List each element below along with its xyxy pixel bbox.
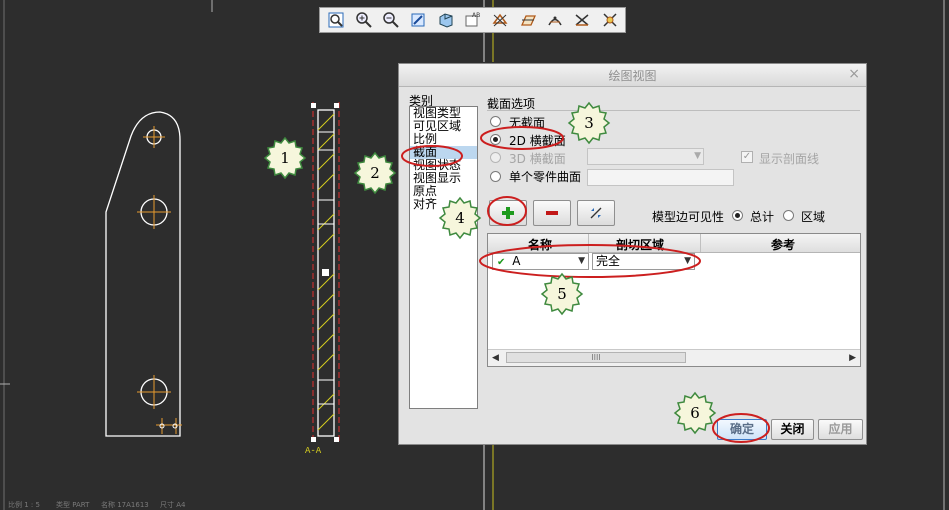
datum-planes-icon[interactable] — [488, 8, 512, 32]
plus-icon — [502, 207, 514, 219]
coordinate-systems-icon[interactable] — [570, 8, 594, 32]
dialog-title: 绘图视图 — [608, 69, 657, 83]
apply-button[interactable]: 应用 — [818, 419, 863, 440]
show-section-lines-checkbox[interactable]: ✓ — [741, 151, 753, 163]
center-marks — [137, 126, 182, 434]
callout-badge-3: 3 — [567, 101, 611, 145]
col-header-reference[interactable]: 参考 — [771, 236, 795, 253]
spin-center-icon[interactable] — [598, 8, 622, 32]
chevron-down-icon: ▼ — [578, 256, 585, 266]
section-divider — [487, 110, 860, 111]
radio-single-part-surface-label: 单个零件曲面 — [509, 170, 582, 184]
cut-area-dropdown[interactable]: 完全 ▼ — [592, 253, 695, 270]
datum-points-icon[interactable] — [543, 8, 567, 32]
radio-3d-section[interactable] — [490, 152, 501, 163]
callout-number: 1 — [280, 149, 290, 167]
section-name-dropdown[interactable]: ✔ A ▼ — [492, 253, 589, 270]
close-button[interactable]: 关闭 — [771, 419, 814, 440]
callout-number: 5 — [557, 285, 567, 303]
ok-button[interactable]: 确定 — [717, 419, 767, 440]
part-surface-field[interactable] — [587, 169, 734, 186]
minus-icon — [546, 211, 558, 215]
flip-direction-button[interactable] — [577, 200, 615, 226]
callout-number: 6 — [690, 404, 700, 422]
column-separator — [700, 234, 701, 252]
callout-badge-2: 2 — [353, 151, 397, 195]
table-header: 名称 剖切区域 参考 — [488, 234, 860, 253]
radio-visibility-area[interactable] — [783, 210, 794, 221]
section-view-a-a — [311, 102, 340, 444]
radio-no-section-label: 无截面 — [509, 116, 546, 130]
annotation-display-icon[interactable]: AB — [461, 8, 485, 32]
radio-visibility-total-label: 总计 — [750, 210, 775, 224]
callout-badge-4: 4 — [438, 196, 482, 240]
radio-visibility-area-label: 区域 — [801, 210, 826, 224]
horizontal-scrollbar[interactable]: ◀ IIII ▶ — [488, 349, 860, 366]
cut-area-value: 完全 — [596, 254, 621, 268]
3d-section-dropdown[interactable]: ▼ — [587, 148, 704, 165]
category-list[interactable]: 视图类型 可见区域 比例 截面 视图状态 视图显示 原点 对齐 — [409, 106, 478, 409]
col-header-cut-area[interactable]: 剖切区域 — [616, 236, 664, 253]
chevron-down-icon: ▼ — [694, 151, 701, 161]
callout-number: 4 — [455, 209, 465, 227]
callout-badge-6: 6 — [673, 391, 717, 435]
part-front-view — [105, 111, 181, 437]
close-icon[interactable]: × — [848, 66, 860, 82]
drawing-view-dialog: 绘图视图 × 类别 视图类型 可见区域 比例 截面 视图状态 视图显示 原点 对… — [398, 63, 867, 445]
radio-2d-section-label: 2D 横截面 — [509, 134, 566, 148]
flip-arrows-icon — [590, 207, 602, 219]
dialog-titlebar[interactable]: 绘图视图 × — [399, 64, 866, 87]
table-row[interactable]: ✔ A ▼ 完全 ▼ — [488, 253, 860, 271]
shading-icon[interactable] — [433, 8, 457, 32]
svg-text:AB: AB — [472, 12, 480, 19]
model-edge-visibility-label: 模型边可见性 — [652, 210, 725, 224]
radio-visibility-total[interactable] — [732, 210, 743, 221]
callout-badge-1: 1 — [263, 136, 307, 180]
add-section-button[interactable] — [489, 200, 527, 226]
column-separator — [588, 234, 589, 252]
status-size: 尺寸 A4 — [160, 501, 186, 509]
radio-3d-section-label: 3D 横截面 — [509, 152, 566, 166]
zoom-in-icon[interactable] — [351, 8, 375, 32]
scroll-right-icon[interactable]: ▶ — [849, 353, 856, 363]
section-label: A-A — [305, 446, 322, 456]
status-scale: 比例 1 : 5 — [8, 501, 40, 509]
scroll-left-icon[interactable]: ◀ — [492, 353, 499, 363]
show-section-lines-label: 显示剖面线 — [759, 152, 820, 166]
col-header-name[interactable]: 名称 — [528, 236, 552, 253]
repaint-icon[interactable] — [406, 8, 430, 32]
refit-icon[interactable] — [324, 8, 348, 32]
callout-number: 2 — [370, 164, 380, 182]
radio-single-part-surface[interactable] — [490, 171, 501, 182]
datum-axes-icon[interactable] — [516, 8, 540, 32]
section-name-value: A — [512, 254, 521, 268]
status-type: 类型 PART — [56, 501, 90, 509]
radio-2d-section[interactable] — [490, 134, 501, 145]
check-icon: ✔ — [497, 257, 506, 268]
scroll-thumb[interactable]: IIII — [506, 352, 686, 363]
chevron-down-icon: ▼ — [684, 256, 691, 266]
radio-no-section[interactable] — [490, 116, 501, 127]
zoom-out-icon[interactable] — [379, 8, 403, 32]
callout-number: 3 — [584, 114, 594, 132]
status-name: 名称 17A1613 — [101, 501, 149, 509]
view-toolbar: AB — [319, 7, 626, 33]
remove-section-button[interactable] — [533, 200, 571, 226]
callout-badge-5: 5 — [540, 272, 584, 316]
